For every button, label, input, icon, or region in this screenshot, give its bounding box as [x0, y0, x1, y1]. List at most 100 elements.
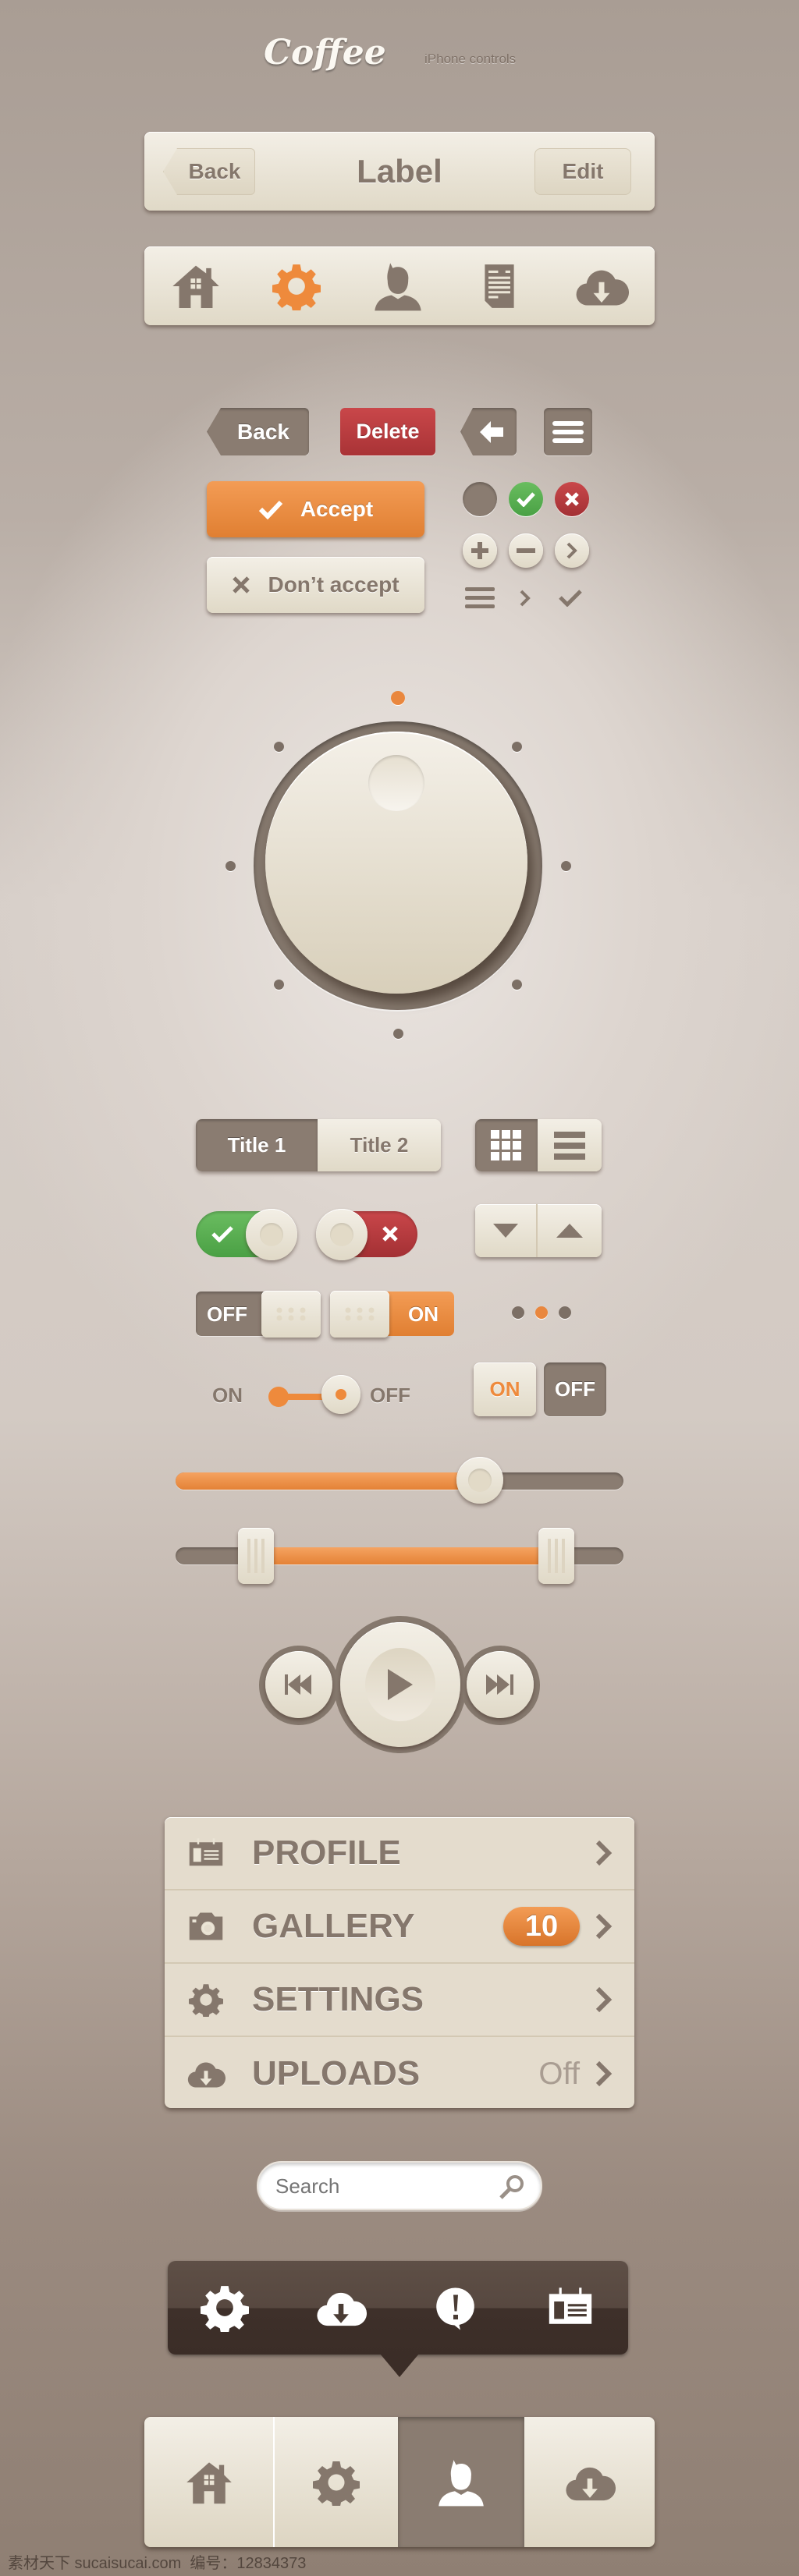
slider-thumb[interactable] [456, 1457, 504, 1504]
segment-title-2[interactable]: Title 2 [318, 1119, 441, 1171]
previous-button[interactable] [265, 1651, 332, 1718]
knob-tick[interactable] [511, 742, 522, 753]
switch-off[interactable]: OFF [196, 1291, 321, 1338]
accept-button[interactable]: Accept [207, 481, 424, 537]
back-button[interactable]: Back [207, 408, 309, 455]
delete-button[interactable]: Delete [340, 408, 435, 455]
list-item-settings[interactable]: SETTINGS [165, 1964, 634, 2037]
range-thumb-high[interactable] [538, 1528, 574, 1584]
chevron-right-icon [595, 1986, 613, 2013]
list-view-button[interactable] [538, 1119, 602, 1171]
next-button[interactable] [467, 1651, 534, 1718]
tab-home[interactable] [144, 2417, 275, 2547]
gear-icon[interactable] [272, 262, 321, 310]
gear-icon[interactable] [201, 2284, 249, 2332]
home-icon[interactable] [170, 260, 222, 312]
chevron-right-icon [595, 2060, 613, 2087]
mini-switch[interactable] [268, 1375, 360, 1414]
confirm-circle-button[interactable] [509, 482, 543, 516]
neutral-circle-button[interactable] [463, 482, 497, 516]
profile-card-icon [186, 1834, 225, 1873]
page-dot[interactable] [559, 1306, 571, 1319]
nav-edit-button[interactable]: Edit [534, 148, 631, 195]
nav-back-button[interactable]: Back [163, 148, 255, 195]
back-arrow-button[interactable] [460, 408, 517, 455]
search-field[interactable] [257, 2161, 542, 2210]
check-icon[interactable] [559, 590, 582, 607]
off-button[interactable]: OFF [544, 1362, 606, 1416]
list-item-profile[interactable]: PROFILE [165, 1817, 634, 1890]
switch-on[interactable]: ON [330, 1291, 454, 1338]
document-icon[interactable] [475, 260, 524, 312]
chevron-right-icon [566, 542, 577, 559]
toggle-switch-off[interactable] [316, 1209, 417, 1260]
cancel-circle-button[interactable] [555, 482, 589, 516]
list-item-uploads[interactable]: UPLOADS Off [165, 2037, 634, 2108]
settings-list: PROFILE GALLERY 10 SETTINGS UPLOADS Off [165, 1817, 634, 2108]
mini-switch-on-label: ON [212, 1384, 243, 1407]
minus-icon [517, 548, 535, 553]
knob-indicator [368, 755, 424, 811]
grid-view-button[interactable] [475, 1119, 538, 1171]
rotary-knob[interactable] [265, 732, 527, 994]
range-slider[interactable] [176, 1528, 623, 1584]
knob-tick[interactable] [225, 860, 236, 871]
dont-accept-button[interactable]: Don’t accept [207, 557, 424, 613]
page-dot[interactable] [512, 1306, 524, 1319]
triangle-down-icon [493, 1224, 518, 1238]
cloud-download-icon [186, 2054, 225, 2093]
toggle-switch-on[interactable] [196, 1209, 297, 1260]
menu-button[interactable] [544, 408, 592, 455]
mini-switch-handle[interactable] [321, 1375, 360, 1414]
icon-tab-bar [144, 246, 655, 325]
chevron-circle-button[interactable] [555, 533, 589, 568]
toggle-knob[interactable] [316, 1209, 368, 1260]
knob-tick[interactable] [511, 979, 522, 990]
tab-settings[interactable] [275, 2417, 398, 2547]
popover-toolbar [168, 2261, 628, 2355]
logo: Coffee [264, 33, 386, 73]
segment-title-1[interactable]: Title 1 [196, 1119, 318, 1171]
list-item-gallery[interactable]: GALLERY 10 [165, 1890, 634, 1964]
player-controls [259, 1616, 540, 1753]
arrow-left-icon [480, 420, 503, 443]
alert-bubble-icon[interactable] [432, 2284, 479, 2331]
user-icon[interactable] [372, 260, 424, 312]
toggle-knob[interactable] [246, 1209, 297, 1260]
chevron-right-icon[interactable] [520, 590, 531, 607]
calendar-card-icon[interactable] [545, 2283, 595, 2333]
x-icon [382, 1226, 398, 1242]
menu-icon[interactable] [465, 586, 495, 610]
plus-circle-button[interactable] [463, 533, 497, 568]
switch-handle[interactable] [330, 1291, 389, 1338]
home-icon [184, 2457, 234, 2507]
range-thumb-low[interactable] [238, 1528, 275, 1584]
knob-tick[interactable] [560, 860, 571, 871]
knob-tick[interactable] [274, 742, 285, 753]
knob-tick[interactable] [392, 1028, 403, 1039]
on-button[interactable]: ON [474, 1362, 536, 1416]
knob-tick-active[interactable] [391, 691, 405, 705]
search-input[interactable] [275, 2174, 494, 2199]
cloud-download-icon[interactable] [315, 2282, 367, 2333]
camera-icon [186, 1907, 225, 1946]
minus-circle-button[interactable] [509, 533, 543, 568]
switch-handle[interactable] [261, 1291, 321, 1338]
stepper-down-button[interactable] [475, 1204, 538, 1257]
page-dot[interactable] [535, 1306, 548, 1319]
search-icon[interactable] [499, 2174, 525, 2200]
check-icon [517, 492, 535, 507]
fast-forward-icon [486, 1674, 513, 1695]
knob-tick[interactable] [274, 979, 285, 990]
view-toggle [475, 1119, 602, 1171]
stepper-up-button[interactable] [538, 1204, 602, 1257]
list-item-label: UPLOADS [252, 2054, 421, 2092]
tab-uploads[interactable] [524, 2417, 655, 2547]
rewind-icon [285, 1674, 311, 1695]
navigation-bar: Back Label Edit [144, 132, 655, 211]
slider[interactable] [176, 1457, 623, 1504]
play-button[interactable] [340, 1622, 460, 1747]
bottom-tab-bar [144, 2417, 655, 2547]
tab-profile[interactable] [398, 2417, 524, 2547]
cloud-download-icon[interactable] [574, 259, 629, 314]
